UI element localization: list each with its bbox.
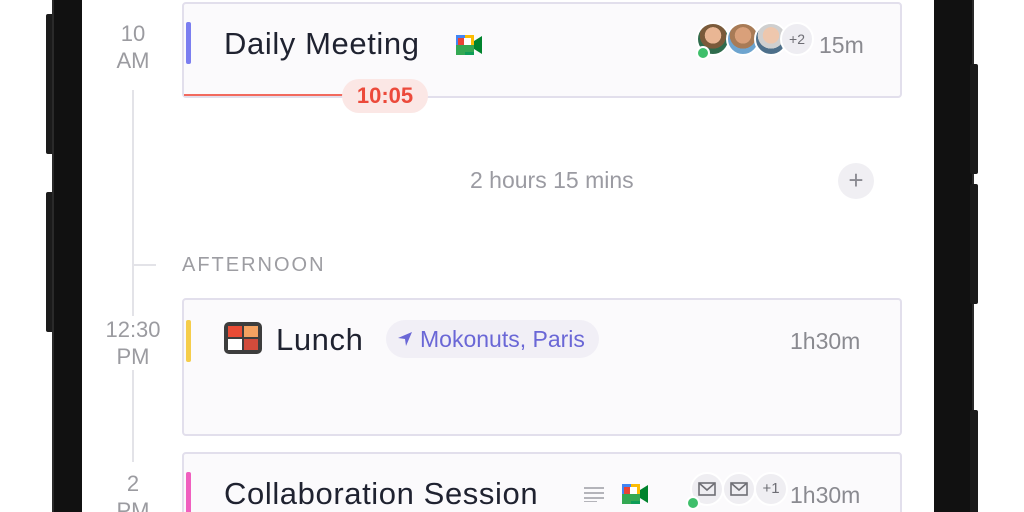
event-card-daily-meeting[interactable]: Daily Meeting +2 15m — [182, 2, 902, 98]
calendar-screen: 10 AM 12:30 PM 2 PM Daily Meeting +2 15m… — [82, 0, 934, 512]
google-meet-icon — [622, 484, 648, 504]
time-hour: 10 — [120, 21, 146, 46]
add-event-button[interactable]: + — [838, 163, 874, 199]
bento-box-icon — [224, 322, 262, 354]
description-notes-icon — [584, 487, 604, 502]
accepted-check-icon — [696, 46, 710, 60]
time-period: AM — [116, 48, 150, 73]
current-time-pill: 10:05 — [342, 79, 428, 113]
event-title: Daily Meeting — [224, 26, 420, 61]
phone-bezel-right — [934, 0, 974, 512]
event-duration: 15m — [819, 32, 864, 58]
timeline-section-tick — [134, 264, 156, 266]
event-color-accent — [186, 472, 191, 512]
more-attendees-count: +1 — [754, 472, 788, 506]
more-attendees-count: +2 — [780, 22, 814, 56]
event-duration: 1h30m — [790, 328, 861, 354]
event-color-accent — [186, 320, 191, 362]
section-header-afternoon: AFTERNOON — [182, 254, 326, 276]
mail-icon — [730, 482, 748, 496]
phone-side-button — [970, 184, 978, 304]
timeline-line — [132, 90, 134, 462]
accepted-check-icon — [686, 496, 700, 510]
phone-side-button — [970, 410, 978, 512]
event-location-text: Mokonuts, Paris — [420, 325, 585, 352]
event-location-chip[interactable]: Mokonuts, Paris — [386, 320, 599, 358]
google-meet-icon — [456, 35, 482, 55]
plus-icon: + — [848, 165, 864, 195]
time-period: PM — [116, 344, 150, 369]
event-card-collaboration-session[interactable]: Collaboration Session +1 1h30m — [182, 452, 902, 512]
navigation-arrow-icon — [398, 332, 412, 346]
time-hour: 2 — [126, 471, 140, 496]
event-duration: 1h30m — [790, 482, 861, 508]
current-time-line — [184, 94, 364, 96]
time-label-1230pm: 12:30 PM — [98, 316, 168, 370]
event-card-lunch[interactable]: Lunch Mokonuts, Paris 1h30m — [182, 298, 902, 436]
phone-side-button — [970, 64, 978, 174]
time-hour: 12:30 — [105, 317, 161, 342]
event-color-accent — [186, 22, 191, 64]
time-label-2pm: 2 PM — [98, 470, 168, 512]
event-title: Collaboration Session — [224, 476, 539, 511]
phone-bezel-left — [52, 0, 82, 512]
event-title: Lunch — [276, 322, 364, 357]
free-time-label: 2 hours 15 mins — [470, 167, 634, 193]
time-label-10am: 10 AM — [98, 20, 168, 74]
email-invitee-avatar — [722, 472, 756, 506]
time-period: PM — [116, 498, 150, 512]
